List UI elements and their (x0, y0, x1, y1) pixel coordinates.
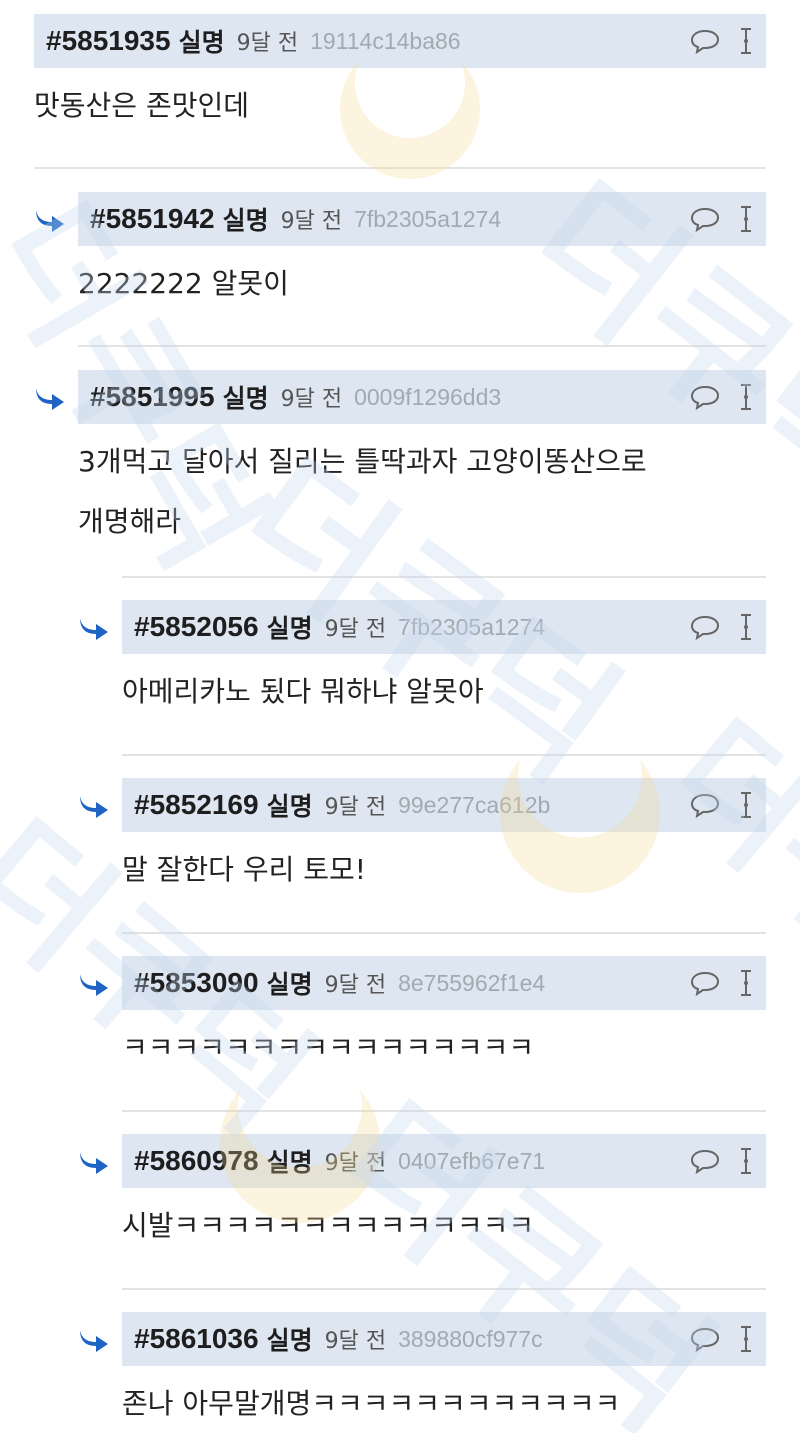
comment-reply: #5851995 실명 9달 전 0009f1296dd3 3개먹고 달아서 질… (36, 370, 766, 545)
comment-time: 9달 전 (324, 795, 387, 820)
reply-arrow-icon (80, 796, 108, 818)
more-options-icon[interactable] (738, 1323, 754, 1355)
divider (122, 932, 766, 934)
comment-author: 실명 (266, 970, 313, 999)
comment-text: 말 잘한다 우리 토모! (122, 853, 367, 886)
comment-text-line: 개명해라 (78, 505, 182, 538)
speech-bubble-icon[interactable] (690, 1326, 720, 1352)
more-options-icon[interactable] (738, 25, 754, 57)
speech-bubble-icon[interactable] (690, 792, 720, 818)
speech-bubble-icon[interactable] (690, 384, 720, 410)
comment-text: 맛동산은 존맛인데 (34, 89, 249, 122)
comment-id[interactable]: #5853090 (134, 967, 259, 999)
comment-author: 실명 (266, 614, 313, 643)
comment-reply: #5851942 실명 9달 전 7fb2305a1274 2222222 알못… (36, 192, 766, 307)
divider (78, 345, 766, 347)
divider (122, 754, 766, 756)
speech-bubble-icon[interactable] (690, 614, 720, 640)
comment-header: #5861036 실명 9달 전 389880cf977c (122, 1312, 766, 1366)
comment-text: 2222222 알못이 (78, 267, 289, 300)
divider (122, 576, 766, 578)
comment-header: #5852169 실명 9달 전 99e277ca612b (122, 778, 766, 832)
comment-time: 9달 전 (324, 617, 387, 642)
comment-user-hash: 389880cf977c (398, 1325, 543, 1352)
more-options-icon[interactable] (738, 381, 754, 413)
speech-bubble-icon[interactable] (690, 206, 720, 232)
comment: #5851935 실명 9달 전 19114c14ba86 맛동산은 존맛인데 (34, 14, 766, 129)
comment-reply: #5860978 실명 9달 전 0407efb67e71 시발ㅋㅋㅋㅋㅋㅋㅋㅋ… (80, 1134, 766, 1249)
comment-author: 실명 (222, 384, 269, 413)
speech-bubble-icon[interactable] (690, 28, 720, 54)
comment-text: ㅋㅋㅋㅋㅋㅋㅋㅋㅋㅋㅋㅋㅋㅋㅋㅋ (122, 1031, 535, 1064)
divider (122, 1110, 766, 1112)
comment-text-line: 3개먹고 달아서 질리는 틀딱과자 고양이똥산으로 (78, 445, 647, 478)
more-options-icon[interactable] (738, 967, 754, 999)
reply-arrow-icon (80, 1330, 108, 1352)
reply-arrow-icon (36, 388, 64, 410)
more-options-icon[interactable] (738, 789, 754, 821)
comment-text: 시발ㅋㅋㅋㅋㅋㅋㅋㅋㅋㅋㅋㅋㅋㅋ (122, 1209, 535, 1242)
comment-id[interactable]: #5861036 (134, 1323, 259, 1355)
divider (34, 167, 766, 169)
comment-user-hash: 99e277ca612b (398, 791, 551, 818)
comment-user-hash: 0009f1296dd3 (354, 383, 502, 410)
comment-id[interactable]: #5860978 (134, 1145, 259, 1177)
reply-arrow-icon (80, 1152, 108, 1174)
comment-author: 실명 (178, 28, 225, 57)
speech-bubble-icon[interactable] (690, 970, 720, 996)
more-options-icon[interactable] (738, 203, 754, 235)
comment-reply: #5852056 실명 9달 전 7fb2305a1274 아메리카노 됬다 뭐… (80, 600, 766, 715)
comment-author: 실명 (266, 1148, 313, 1177)
comment-user-hash: 19114c14ba86 (310, 27, 461, 54)
comment-header: #5851942 실명 9달 전 7fb2305a1274 (78, 192, 766, 246)
comment-id[interactable]: #5851942 (90, 203, 215, 235)
reply-arrow-icon (36, 210, 64, 232)
reply-arrow-icon (80, 974, 108, 996)
comment-user-hash: 7fb2305a1274 (398, 613, 546, 640)
comment-reply: #5861036 실명 9달 전 389880cf977c 존나 아무말개명ㅋㅋ… (80, 1312, 766, 1427)
comment-author: 실명 (266, 792, 313, 821)
comment-reply: #5852169 실명 9달 전 99e277ca612b 말 잘한다 우리 토… (80, 778, 766, 893)
reply-arrow-icon (80, 618, 108, 640)
comment-id[interactable]: #5851995 (90, 381, 215, 413)
comment-header: #5851995 실명 9달 전 0009f1296dd3 (78, 370, 766, 424)
comment-id[interactable]: #5851935 (46, 25, 171, 57)
comment-author: 실명 (266, 1326, 313, 1355)
comment-time: 9달 전 (280, 209, 343, 234)
comment-time: 9달 전 (236, 31, 299, 56)
comment-id[interactable]: #5852056 (134, 611, 259, 643)
comment-user-hash: 8e755962f1e4 (398, 969, 546, 996)
more-options-icon[interactable] (738, 611, 754, 643)
comment-header: #5851935 실명 9달 전 19114c14ba86 (34, 14, 766, 68)
divider (122, 1288, 766, 1290)
speech-bubble-icon[interactable] (690, 1148, 720, 1174)
comment-header: #5860978 실명 9달 전 0407efb67e71 (122, 1134, 766, 1188)
comment-author: 실명 (222, 206, 269, 235)
comment-id[interactable]: #5852169 (134, 789, 259, 821)
more-options-icon[interactable] (738, 1145, 754, 1177)
comment-user-hash: 7fb2305a1274 (354, 205, 502, 232)
comment-header: #5852056 실명 9달 전 7fb2305a1274 (122, 600, 766, 654)
comment-user-hash: 0407efb67e71 (398, 1147, 546, 1174)
comment-header: #5853090 실명 9달 전 8e755962f1e4 (122, 956, 766, 1010)
comment-time: 9달 전 (324, 1151, 387, 1176)
comment-time: 9달 전 (324, 1329, 387, 1354)
comment-reply: #5853090 실명 9달 전 8e755962f1e4 ㅋㅋㅋㅋㅋㅋㅋㅋㅋㅋ… (80, 956, 766, 1071)
comment-time: 9달 전 (280, 387, 343, 412)
comment-text: 아메리카노 됬다 뭐하냐 알못아 (122, 675, 484, 708)
comment-text: 존나 아무말개명ㅋㅋㅋㅋㅋㅋㅋㅋㅋㅋㅋㅋ (122, 1387, 621, 1420)
comment-time: 9달 전 (324, 973, 387, 998)
